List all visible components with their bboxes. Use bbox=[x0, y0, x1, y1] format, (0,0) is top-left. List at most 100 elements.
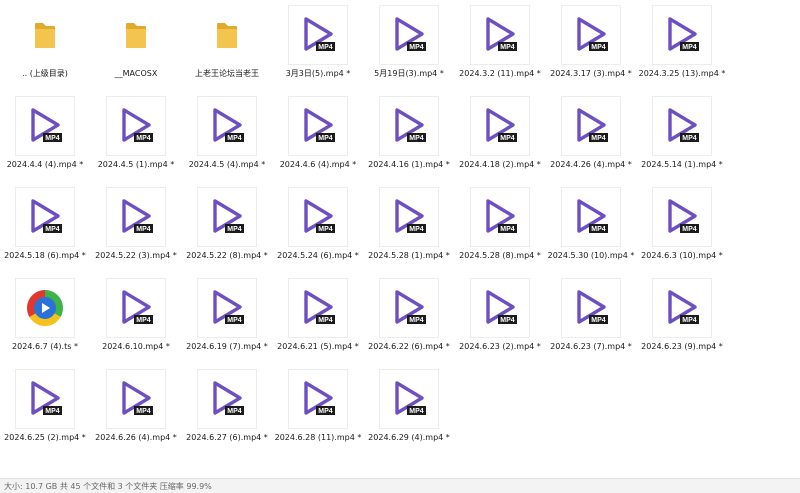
mp4-video-icon: MP4 bbox=[561, 187, 621, 247]
svg-text:MP4: MP4 bbox=[500, 44, 515, 51]
folder-icon bbox=[15, 5, 75, 65]
file-item[interactable]: MP4 2024.5.18 (6).mp4 * bbox=[0, 183, 90, 269]
item-label: 2024.4.16 (1).mp4 * bbox=[368, 160, 450, 169]
file-item[interactable]: MP4 2024.4.16 (1).mp4 * bbox=[364, 92, 454, 178]
file-item[interactable]: MP4 2024.5.22 (3).mp4 * bbox=[91, 183, 181, 269]
svg-text:MP4: MP4 bbox=[227, 226, 242, 233]
file-item[interactable]: MP4 2024.6.25 (2).mp4 * bbox=[0, 365, 90, 451]
mp4-video-icon: MP4 bbox=[379, 96, 439, 156]
file-item[interactable]: MP4 2024.6.3 (10).mp4 * bbox=[637, 183, 727, 269]
item-label: 2024.4.6 (4).mp4 * bbox=[279, 160, 357, 169]
file-item[interactable]: MP4 2024.6.23 (2).mp4 * bbox=[455, 274, 545, 360]
mp4-video-icon: MP4 bbox=[288, 278, 348, 338]
item-label: 2024.6.7 (4).ts * bbox=[12, 342, 78, 351]
file-item[interactable]: MP4 2024.6.19 (7).mp4 * bbox=[182, 274, 272, 360]
file-item[interactable]: MP4 2024.3.17 (3).mp4 * bbox=[546, 1, 636, 87]
mp4-video-icon: MP4 bbox=[652, 278, 712, 338]
file-item[interactable]: 2024.6.7 (4).ts * bbox=[0, 274, 90, 360]
svg-text:MP4: MP4 bbox=[136, 317, 151, 324]
mp4-video-icon: MP4 bbox=[652, 96, 712, 156]
item-label: 3月3日(5).mp4 * bbox=[285, 69, 351, 78]
mp4-video-icon: MP4 bbox=[561, 5, 621, 65]
item-label: 5月19日(3).mp4 * bbox=[374, 69, 444, 78]
file-item[interactable]: MP4 2024.6.23 (9).mp4 * bbox=[637, 274, 727, 360]
svg-text:MP4: MP4 bbox=[591, 226, 606, 233]
file-item[interactable]: MP4 5月19日(3).mp4 * bbox=[364, 1, 454, 87]
svg-text:MP4: MP4 bbox=[318, 226, 333, 233]
file-item[interactable]: MP4 2024.4.4 (4).mp4 * bbox=[0, 92, 90, 178]
file-item[interactable]: MP4 2024.5.28 (8).mp4 * bbox=[455, 183, 545, 269]
svg-text:MP4: MP4 bbox=[318, 408, 333, 415]
item-label: 2024.6.22 (6).mp4 * bbox=[368, 342, 450, 351]
item-label: 2024.3.17 (3).mp4 * bbox=[550, 69, 632, 78]
file-item[interactable]: MP4 2024.6.29 (4).mp4 * bbox=[364, 365, 454, 451]
mp4-video-icon: MP4 bbox=[288, 187, 348, 247]
mp4-video-icon: MP4 bbox=[470, 278, 530, 338]
svg-text:MP4: MP4 bbox=[682, 226, 697, 233]
svg-text:MP4: MP4 bbox=[409, 408, 424, 415]
item-label: 2024.5.18 (6).mp4 * bbox=[4, 251, 86, 260]
svg-text:MP4: MP4 bbox=[136, 135, 151, 142]
svg-text:MP4: MP4 bbox=[409, 44, 424, 51]
item-label: 2024.4.26 (4).mp4 * bbox=[550, 160, 632, 169]
svg-text:MP4: MP4 bbox=[409, 317, 424, 324]
file-item[interactable]: MP4 2024.6.10.mp4 * bbox=[91, 274, 181, 360]
file-item[interactable]: MP4 2024.5.24 (6).mp4 * bbox=[273, 183, 363, 269]
file-item[interactable]: MP4 2024.4.26 (4).mp4 * bbox=[546, 92, 636, 178]
item-label: 2024.6.25 (2).mp4 * bbox=[4, 433, 86, 442]
status-text: 大小: 10.7 GB 共 45 个文件和 3 个文件夹 压缩率 99.9% bbox=[4, 482, 212, 491]
file-item[interactable]: MP4 2024.4.18 (2).mp4 * bbox=[455, 92, 545, 178]
file-item[interactable]: MP4 3月3日(5).mp4 * bbox=[273, 1, 363, 87]
svg-text:MP4: MP4 bbox=[227, 408, 242, 415]
file-item[interactable]: MP4 2024.6.23 (7).mp4 * bbox=[546, 274, 636, 360]
svg-text:MP4: MP4 bbox=[136, 408, 151, 415]
item-label: 2024.5.30 (10).mp4 * bbox=[547, 251, 635, 260]
item-label: 上老王论坛当老王 bbox=[195, 69, 259, 78]
mp4-video-icon: MP4 bbox=[561, 96, 621, 156]
item-label: 2024.6.27 (6).mp4 * bbox=[186, 433, 268, 442]
mp4-video-icon: MP4 bbox=[106, 96, 166, 156]
file-item[interactable]: MP4 2024.3.2 (11).mp4 * bbox=[455, 1, 545, 87]
file-item[interactable]: MP4 2024.5.28 (1).mp4 * bbox=[364, 183, 454, 269]
file-item[interactable]: MP4 2024.4.6 (4).mp4 * bbox=[273, 92, 363, 178]
mp4-video-icon: MP4 bbox=[15, 187, 75, 247]
item-label: 2024.3.25 (13).mp4 * bbox=[638, 69, 726, 78]
file-item[interactable]: MP4 2024.6.28 (11).mp4 * bbox=[273, 365, 363, 451]
item-label: 2024.4.5 (1).mp4 * bbox=[97, 160, 175, 169]
svg-text:MP4: MP4 bbox=[45, 135, 60, 142]
folder-item[interactable]: .. (上级目录) bbox=[0, 1, 90, 87]
item-label: 2024.3.2 (11).mp4 * bbox=[459, 69, 541, 78]
svg-text:MP4: MP4 bbox=[682, 44, 697, 51]
mp4-video-icon: MP4 bbox=[197, 187, 257, 247]
item-label: 2024.4.18 (2).mp4 * bbox=[459, 160, 541, 169]
file-item[interactable]: MP4 2024.5.30 (10).mp4 * bbox=[546, 183, 636, 269]
svg-text:MP4: MP4 bbox=[227, 135, 242, 142]
file-item[interactable]: MP4 2024.6.27 (6).mp4 * bbox=[182, 365, 272, 451]
mp4-video-icon: MP4 bbox=[379, 278, 439, 338]
item-label: 2024.6.26 (4).mp4 * bbox=[95, 433, 177, 442]
file-item[interactable]: MP4 2024.5.22 (8).mp4 * bbox=[182, 183, 272, 269]
file-item[interactable]: MP4 2024.5.14 (1).mp4 * bbox=[637, 92, 727, 178]
item-label: 2024.6.21 (5).mp4 * bbox=[277, 342, 359, 351]
svg-text:MP4: MP4 bbox=[45, 226, 60, 233]
file-item[interactable]: MP4 2024.6.26 (4).mp4 * bbox=[91, 365, 181, 451]
file-item[interactable]: MP4 2024.6.21 (5).mp4 * bbox=[273, 274, 363, 360]
file-item[interactable]: MP4 2024.4.5 (1).mp4 * bbox=[91, 92, 181, 178]
mp4-video-icon: MP4 bbox=[288, 5, 348, 65]
svg-text:MP4: MP4 bbox=[682, 317, 697, 324]
folder-item[interactable]: __MACOSX bbox=[91, 1, 181, 87]
file-item[interactable]: MP4 2024.6.22 (6).mp4 * bbox=[364, 274, 454, 360]
mp4-video-icon: MP4 bbox=[652, 5, 712, 65]
folder-item[interactable]: 上老王论坛当老王 bbox=[182, 1, 272, 87]
item-label: 2024.6.29 (4).mp4 * bbox=[368, 433, 450, 442]
svg-text:MP4: MP4 bbox=[500, 135, 515, 142]
svg-text:MP4: MP4 bbox=[682, 135, 697, 142]
item-label: 2024.6.23 (9).mp4 * bbox=[641, 342, 723, 351]
item-label: 2024.6.23 (7).mp4 * bbox=[550, 342, 632, 351]
svg-text:MP4: MP4 bbox=[45, 408, 60, 415]
svg-text:MP4: MP4 bbox=[409, 135, 424, 142]
item-label: .. (上级目录) bbox=[22, 69, 68, 78]
mp4-video-icon: MP4 bbox=[470, 187, 530, 247]
file-item[interactable]: MP4 2024.4.5 (4).mp4 * bbox=[182, 92, 272, 178]
file-item[interactable]: MP4 2024.3.25 (13).mp4 * bbox=[637, 1, 727, 87]
